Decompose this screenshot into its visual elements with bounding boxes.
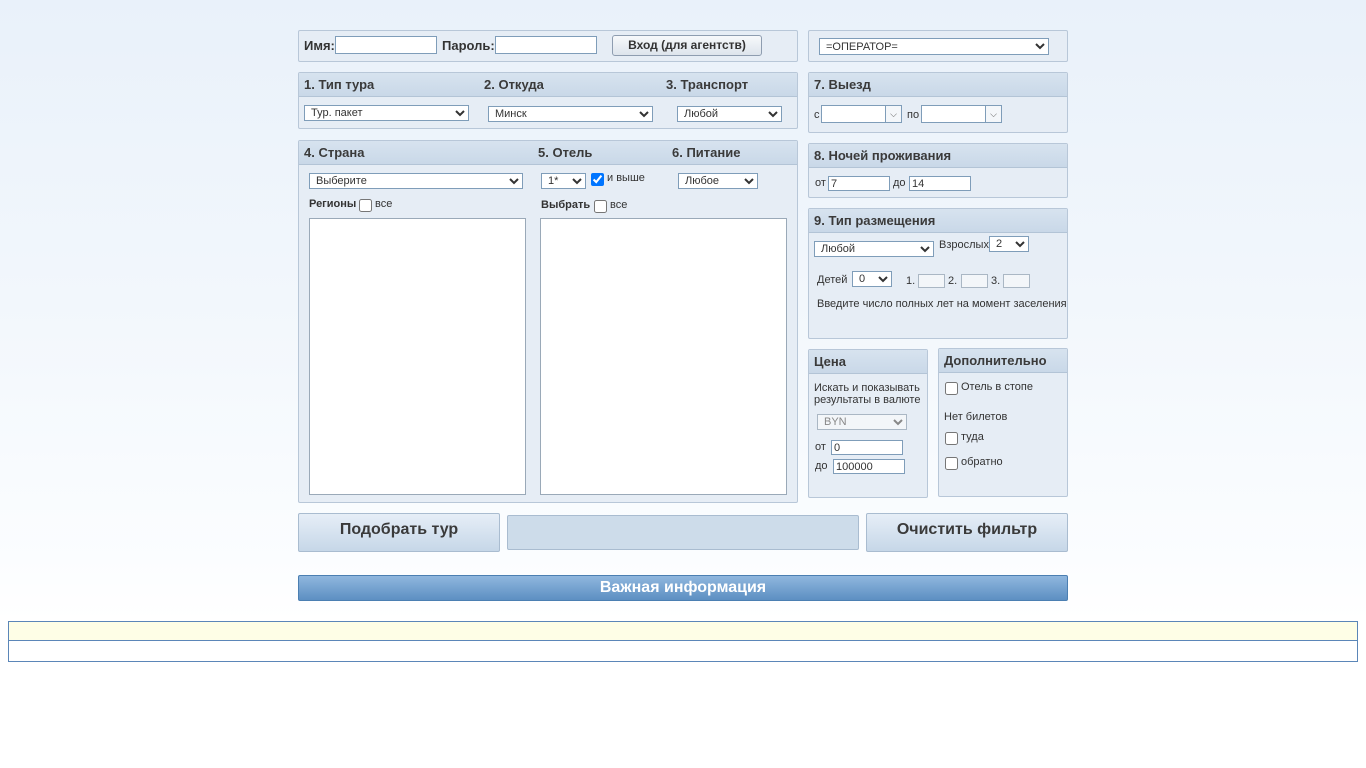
child3-label: 3. <box>991 275 1001 287</box>
departure-date-title: 7. Выезд <box>814 77 871 92</box>
currency-hint: Искать и показывать результаты в валюте <box>814 382 921 406</box>
password-input[interactable] <box>495 36 597 54</box>
progress-bar <box>507 515 859 550</box>
country-select[interactable]: Выберите <box>309 173 523 189</box>
name-input[interactable] <box>335 36 437 54</box>
price-from-label: от <box>815 441 826 453</box>
adults-label: Взрослых <box>939 239 989 251</box>
currency-select[interactable]: BYN <box>817 414 907 430</box>
no-tickets-back-checkbox[interactable] <box>945 457 958 470</box>
accommodation-panel: 9. Тип размещения Любой Взрослых 2 Детей… <box>808 208 1068 339</box>
all-regions-checkbox[interactable] <box>359 199 372 212</box>
agency-login-button[interactable]: Вход (для агентств) <box>612 35 762 56</box>
meals-select[interactable]: Любое <box>678 173 758 189</box>
regions-label: Регионы <box>309 198 357 210</box>
tour-params-panel: 1. Тип тура 2. Откуда 3. Транспорт Тур. … <box>298 72 798 129</box>
hotel-stop-checkbox[interactable] <box>945 382 958 395</box>
departure-from-title: 2. Откуда <box>484 77 544 92</box>
departure-city-select[interactable]: Минск <box>488 106 653 122</box>
date-from-combo[interactable]: ⌵ <box>821 105 902 123</box>
transport-title: 3. Транспорт <box>666 77 749 92</box>
regions-listbox[interactable] <box>309 218 526 495</box>
child1-age-input[interactable] <box>918 274 945 288</box>
tour-type-title: 1. Тип тура <box>304 77 375 92</box>
room-type-select[interactable]: Любой <box>814 241 934 257</box>
important-info-bar[interactable]: Важная информация <box>298 575 1068 601</box>
country-title: 4. Страна <box>304 145 365 160</box>
price-panel: Цена Искать и показывать результаты в ва… <box>808 349 928 498</box>
clear-filter-button[interactable]: Очистить фильтр <box>866 513 1068 552</box>
search-tour-button[interactable]: Подобрать тур <box>298 513 500 552</box>
results-header-row <box>9 622 1357 641</box>
child1-label: 1. <box>906 275 916 287</box>
operator-panel: =ОПЕРАТОР= <box>808 30 1068 62</box>
tour-type-select[interactable]: Тур. пакет <box>304 105 469 121</box>
children-select[interactable]: 0 <box>852 271 892 287</box>
no-tickets-there-label: туда <box>961 431 984 443</box>
all-hotels-label: все <box>610 199 628 211</box>
and-higher-checkbox[interactable] <box>591 173 604 186</box>
name-label: Имя: <box>304 38 335 53</box>
nights-from-input[interactable] <box>828 176 890 191</box>
accommodation-title: 9. Тип размещения <box>814 213 936 228</box>
price-title: Цена <box>814 354 846 369</box>
price-to-label: до <box>815 460 828 472</box>
select-hotels-label: Выбрать <box>541 199 591 211</box>
hotels-listbox[interactable] <box>540 218 787 495</box>
price-from-input[interactable] <box>831 440 903 455</box>
chevron-down-icon[interactable]: ⌵ <box>985 106 1001 122</box>
chevron-down-icon[interactable]: ⌵ <box>885 106 901 122</box>
no-tickets-there-checkbox[interactable] <box>945 432 958 445</box>
date-from-label: с <box>814 109 820 121</box>
nights-panel: 8. Ночей проживания от до <box>808 143 1068 198</box>
no-tickets-back-label: обратно <box>961 456 1003 468</box>
child2-age-input[interactable] <box>961 274 988 288</box>
nights-from-label: от <box>815 177 826 189</box>
nights-to-input[interactable] <box>909 176 971 191</box>
password-label: Пароль: <box>442 38 495 53</box>
results-area <box>8 621 1358 662</box>
hotel-stars-select[interactable]: 1* <box>541 173 586 189</box>
price-to-input[interactable] <box>833 459 905 474</box>
nights-to-label: до <box>893 177 906 189</box>
date-to-combo[interactable]: ⌵ <box>921 105 1002 123</box>
date-to-label: по <box>907 109 920 121</box>
hotel-title: 5. Отель <box>538 145 593 160</box>
meals-title: 6. Питание <box>672 145 741 160</box>
login-panel: Имя: Пароль: Вход (для агентств) <box>298 30 798 62</box>
children-label: Детей <box>817 274 848 286</box>
all-hotels-checkbox[interactable] <box>594 200 607 213</box>
age-hint: Введите число полных лет на момент засел… <box>817 298 1067 310</box>
child2-label: 2. <box>948 275 958 287</box>
operator-select[interactable]: =ОПЕРАТОР= <box>819 38 1049 55</box>
child3-age-input[interactable] <box>1003 274 1030 288</box>
no-tickets-label: Нет билетов <box>944 411 1008 423</box>
all-regions-label: все <box>375 198 393 210</box>
departure-date-panel: 7. Выезд с ⌵ по ⌵ <box>808 72 1068 133</box>
nights-title: 8. Ночей проживания <box>814 148 952 163</box>
extra-title: Дополнительно <box>944 353 1047 368</box>
transport-select[interactable]: Любой <box>677 106 782 122</box>
destination-panel: 4. Страна 5. Отель 6. Питание Выберите 1… <box>298 140 798 503</box>
adults-select[interactable]: 2 <box>989 236 1029 252</box>
extra-panel: Дополнительно Отель в стопе Нет билетов … <box>938 348 1068 497</box>
and-higher-label: и выше <box>607 172 645 184</box>
hotel-stop-label: Отель в стопе <box>961 381 1033 393</box>
